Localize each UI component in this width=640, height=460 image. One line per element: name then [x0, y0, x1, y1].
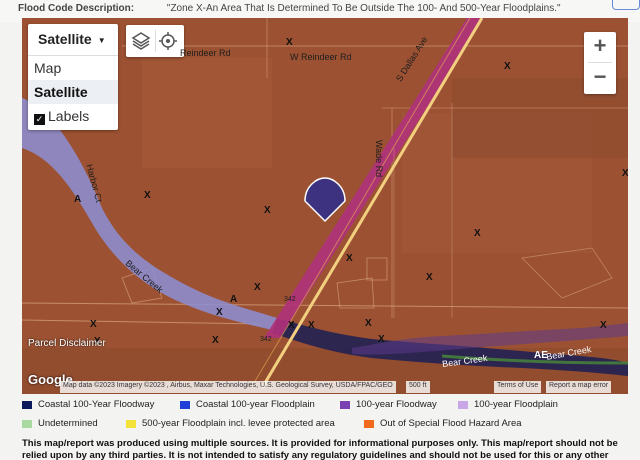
zone-x-marker: X	[144, 190, 151, 201]
legend-swatch	[22, 400, 32, 409]
zoom-controls: + −	[584, 32, 616, 94]
legend-item: Undetermined	[22, 418, 98, 429]
legend-item: Coastal 100-Year Floodway	[22, 399, 154, 410]
parcel-disclaimer-link[interactable]: Parcel Disclaimer	[28, 338, 106, 349]
legend-label: Coastal 100-Year Floodway	[38, 399, 155, 410]
map-tool-buttons	[126, 25, 184, 57]
map-type-selected[interactable]: Satellite ▼	[28, 24, 118, 56]
flood-legend: Coastal 100-Year Floodway Coastal 100-ye…	[22, 396, 632, 434]
legend-item: 500-year Floodplain incl. levee protecte…	[126, 418, 335, 429]
road-label-w-reindeer: W Reindeer Rd	[290, 52, 352, 62]
terms-of-use-link[interactable]: Terms of Use	[494, 381, 542, 393]
zone-a-marker: A	[230, 294, 238, 305]
legend-label: 100-year Floodway	[356, 399, 437, 410]
layers-icon[interactable]	[130, 30, 152, 52]
zone-x-marker: X	[286, 37, 293, 48]
report-map-error-link[interactable]: Report a map error	[546, 381, 612, 393]
zone-a-marker: A	[74, 194, 82, 205]
legend-label: Undetermined	[38, 418, 98, 429]
zone-x-marker: X	[90, 319, 97, 330]
highway-shield-lower: 342	[260, 336, 272, 343]
zone-x-marker: X	[216, 307, 223, 318]
legend-label: Coastal 100-year Floodplain	[196, 399, 315, 410]
legend-label: Out of Special Flood Hazard Area	[380, 418, 522, 429]
map-data-attribution: Map data ©2023 Imagery ©2023 , Airbus, M…	[60, 381, 396, 393]
map-type-selected-label: Satellite	[38, 31, 92, 47]
highway-shield-upper: 342	[284, 296, 296, 303]
zoom-out-button[interactable]: −	[584, 63, 616, 93]
legend-swatch	[458, 400, 468, 409]
zone-x-marker: X	[288, 320, 295, 331]
legend-label: 100-year Floodplain	[474, 399, 558, 410]
scale-label: 500 ft	[406, 381, 430, 393]
map-disclaimer-text: This map/report was produced using multi…	[22, 438, 618, 460]
locate-icon[interactable]	[157, 30, 179, 52]
zoom-in-button[interactable]: +	[584, 32, 616, 62]
flood-code-description: "Zone X-An Area That Is Determined To Be…	[166, 3, 561, 14]
zone-x-marker: X	[504, 61, 511, 72]
legend-swatch	[364, 419, 374, 428]
checkbox-checked-icon[interactable]: ✓	[34, 114, 45, 125]
zone-x-marker: X	[474, 228, 481, 239]
map-option-map[interactable]: Map	[28, 56, 118, 80]
top-right-button[interactable]	[612, 0, 640, 10]
labels-toggle[interactable]: ✓ Labels	[28, 104, 118, 128]
zone-x-marker: X	[426, 272, 433, 283]
zone-x-marker: X	[600, 320, 607, 331]
zone-x-marker: X	[264, 205, 271, 216]
road-label-reindeer: Reindeer Rd	[180, 48, 231, 58]
labels-toggle-label: Labels	[48, 108, 90, 124]
zone-ae-marker: AE	[534, 350, 548, 361]
legend-swatch	[180, 400, 190, 409]
legend-item: Out of Special Flood Hazard Area	[364, 418, 522, 429]
legend-swatch	[340, 400, 350, 409]
legend-item: 100-year Floodplain	[458, 399, 558, 410]
caret-down-icon: ▼	[97, 35, 106, 45]
zone-x-marker: X	[254, 282, 261, 293]
zone-x-marker: X	[378, 334, 385, 345]
road-label-wade: Wade Rd	[374, 140, 384, 178]
legend-swatch	[22, 419, 32, 428]
legend-label: 500-year Floodplain incl. levee protecte…	[142, 418, 335, 429]
legend-item: Coastal 100-year Floodplain	[180, 399, 315, 410]
flood-code-title: Flood Code Description:	[18, 3, 135, 14]
map-type-dropdown[interactable]: Satellite ▼ Map Satellite ✓ Labels	[28, 24, 118, 130]
zone-x-marker: X	[365, 318, 372, 329]
flood-map[interactable]: Satellite ▼ Map Satellite ✓ Labels + − Rei…	[22, 18, 628, 394]
legend-swatch	[126, 419, 136, 428]
map-attribution-bar: Map data ©2023 Imagery ©2023 , Airbus, M…	[22, 380, 628, 394]
zone-x-marker: X	[308, 320, 315, 331]
map-option-satellite[interactable]: Satellite	[28, 80, 118, 104]
zone-x-marker: X	[212, 335, 219, 346]
zone-x-marker: X	[622, 168, 628, 179]
zone-x-marker: X	[346, 253, 353, 264]
legend-item: 100-year Floodway	[340, 399, 437, 410]
